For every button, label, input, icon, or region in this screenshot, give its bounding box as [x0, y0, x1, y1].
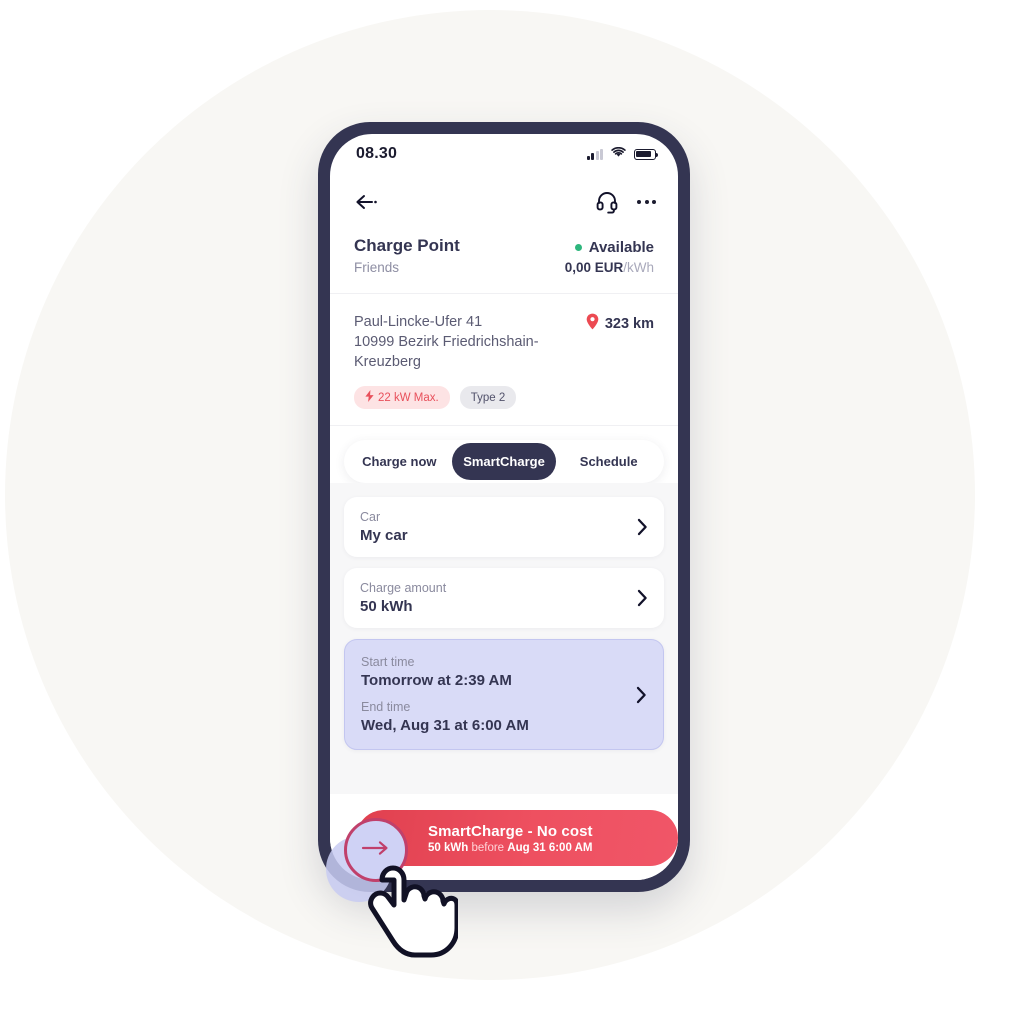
address-line-3: Kreuzberg [354, 354, 421, 370]
pill-plug-label: Type 2 [470, 391, 506, 404]
smartcharge-form: Car My car Charge amount 50 kWh Start ti… [330, 483, 678, 794]
end-time-value: Wed, Aug 31 at 6:00 AM [361, 717, 529, 734]
tab-charge-now[interactable]: Charge now [347, 443, 452, 480]
status-dot-icon [574, 244, 582, 251]
lightning-bolt-icon [365, 390, 374, 405]
wifi-icon [611, 145, 626, 163]
status-bar-icons [586, 145, 659, 163]
location-block: Paul-Lincke-Ufer 41 10999 Bezirk Friedri… [330, 294, 678, 426]
status-badge-label: Available [588, 239, 654, 256]
phone-screen: 08.30 Charge Point Available Friends 0,0… [330, 134, 678, 880]
connector-pills: 22 kW Max. Type 2 [354, 386, 654, 409]
status-badge: Available [574, 239, 654, 256]
charge-amount-value: 50 kWh [360, 598, 413, 615]
status-bar: 08.30 [330, 134, 678, 174]
mode-tabbar-wrapper: Charge now SmartCharge Schedule [330, 426, 678, 483]
end-time-label: End time [361, 700, 411, 714]
hand-pointer-cursor [362, 842, 460, 963]
status-time: 08.30 [356, 145, 398, 162]
price-per-kwh: 0,00 EUR/kWh [565, 260, 654, 275]
phone-frame: 08.30 Charge Point Available Friends 0,0… [318, 122, 690, 892]
map-pin-icon [586, 313, 599, 334]
screenshot-stage: 08.30 Charge Point Available Friends 0,0… [0, 0, 1010, 1010]
charge-amount-text: Charge amount 50 kWh [360, 581, 446, 615]
pill-power: 22 kW Max. [354, 386, 450, 409]
charge-point-header: Charge Point Available Friends 0,00 EUR/… [330, 230, 678, 294]
address-line-2: 10999 Bezirk Friedrichshain- [354, 334, 539, 350]
price-amount: 0,00 EUR [564, 260, 624, 275]
headset-icon[interactable] [595, 190, 619, 214]
chevron-right-icon [637, 589, 648, 607]
address-row: Paul-Lincke-Ufer 41 10999 Bezirk Friedri… [354, 312, 654, 372]
pill-plug-type: Type 2 [459, 386, 517, 409]
nav-actions [595, 190, 656, 214]
chevron-right-icon [636, 686, 647, 704]
distance-indicator: 323 km [586, 312, 654, 334]
start-time-value: Tomorrow at 2:39 AM [361, 672, 512, 689]
header-bottom-row: Friends 0,00 EUR/kWh [354, 256, 654, 275]
cta-sub-deadline: Aug 31 6:00 AM [507, 841, 593, 854]
pill-power-label: 22 kW Max. [378, 391, 439, 404]
navigation-bar [330, 174, 678, 230]
address-line-1: Paul-Lincke-Ufer 41 [354, 314, 483, 330]
address-text: Paul-Lincke-Ufer 41 10999 Bezirk Friedri… [354, 312, 539, 372]
start-time-label: Start time [361, 655, 415, 669]
more-options-icon[interactable] [637, 200, 656, 204]
cta-title: SmartCharge - No cost [428, 822, 593, 840]
chevron-right-icon [637, 518, 648, 536]
cta-sub-middle: before [471, 841, 505, 854]
header-top-row: Charge Point Available [354, 236, 654, 256]
distance-value: 323 km [604, 315, 654, 332]
car-selector-text: Car My car [360, 510, 408, 544]
signal-bars-icon [586, 148, 603, 160]
page-title: Charge Point [354, 236, 460, 255]
back-arrow-icon[interactable] [354, 193, 380, 211]
time-window-text: Start time Tomorrow at 2:39 AM End time … [361, 655, 529, 734]
tab-smartcharge[interactable]: SmartCharge [451, 443, 557, 480]
charge-point-group: Friends [354, 260, 400, 275]
battery-icon [634, 148, 659, 160]
mode-tabbar: Charge now SmartCharge Schedule [344, 440, 664, 483]
charge-amount-row[interactable]: Charge amount 50 kWh [344, 568, 664, 628]
time-window-row[interactable]: Start time Tomorrow at 2:39 AM End time … [344, 639, 664, 750]
car-value: My car [360, 527, 408, 544]
tab-schedule[interactable]: Schedule [556, 443, 661, 480]
car-selector-row[interactable]: Car My car [344, 497, 664, 557]
price-unit: /kWh [623, 260, 654, 275]
cta-subtitle: 50 kWh before Aug 31 6:00 AM [428, 842, 678, 854]
car-label: Car [360, 510, 381, 524]
charge-amount-label: Charge amount [360, 581, 447, 595]
